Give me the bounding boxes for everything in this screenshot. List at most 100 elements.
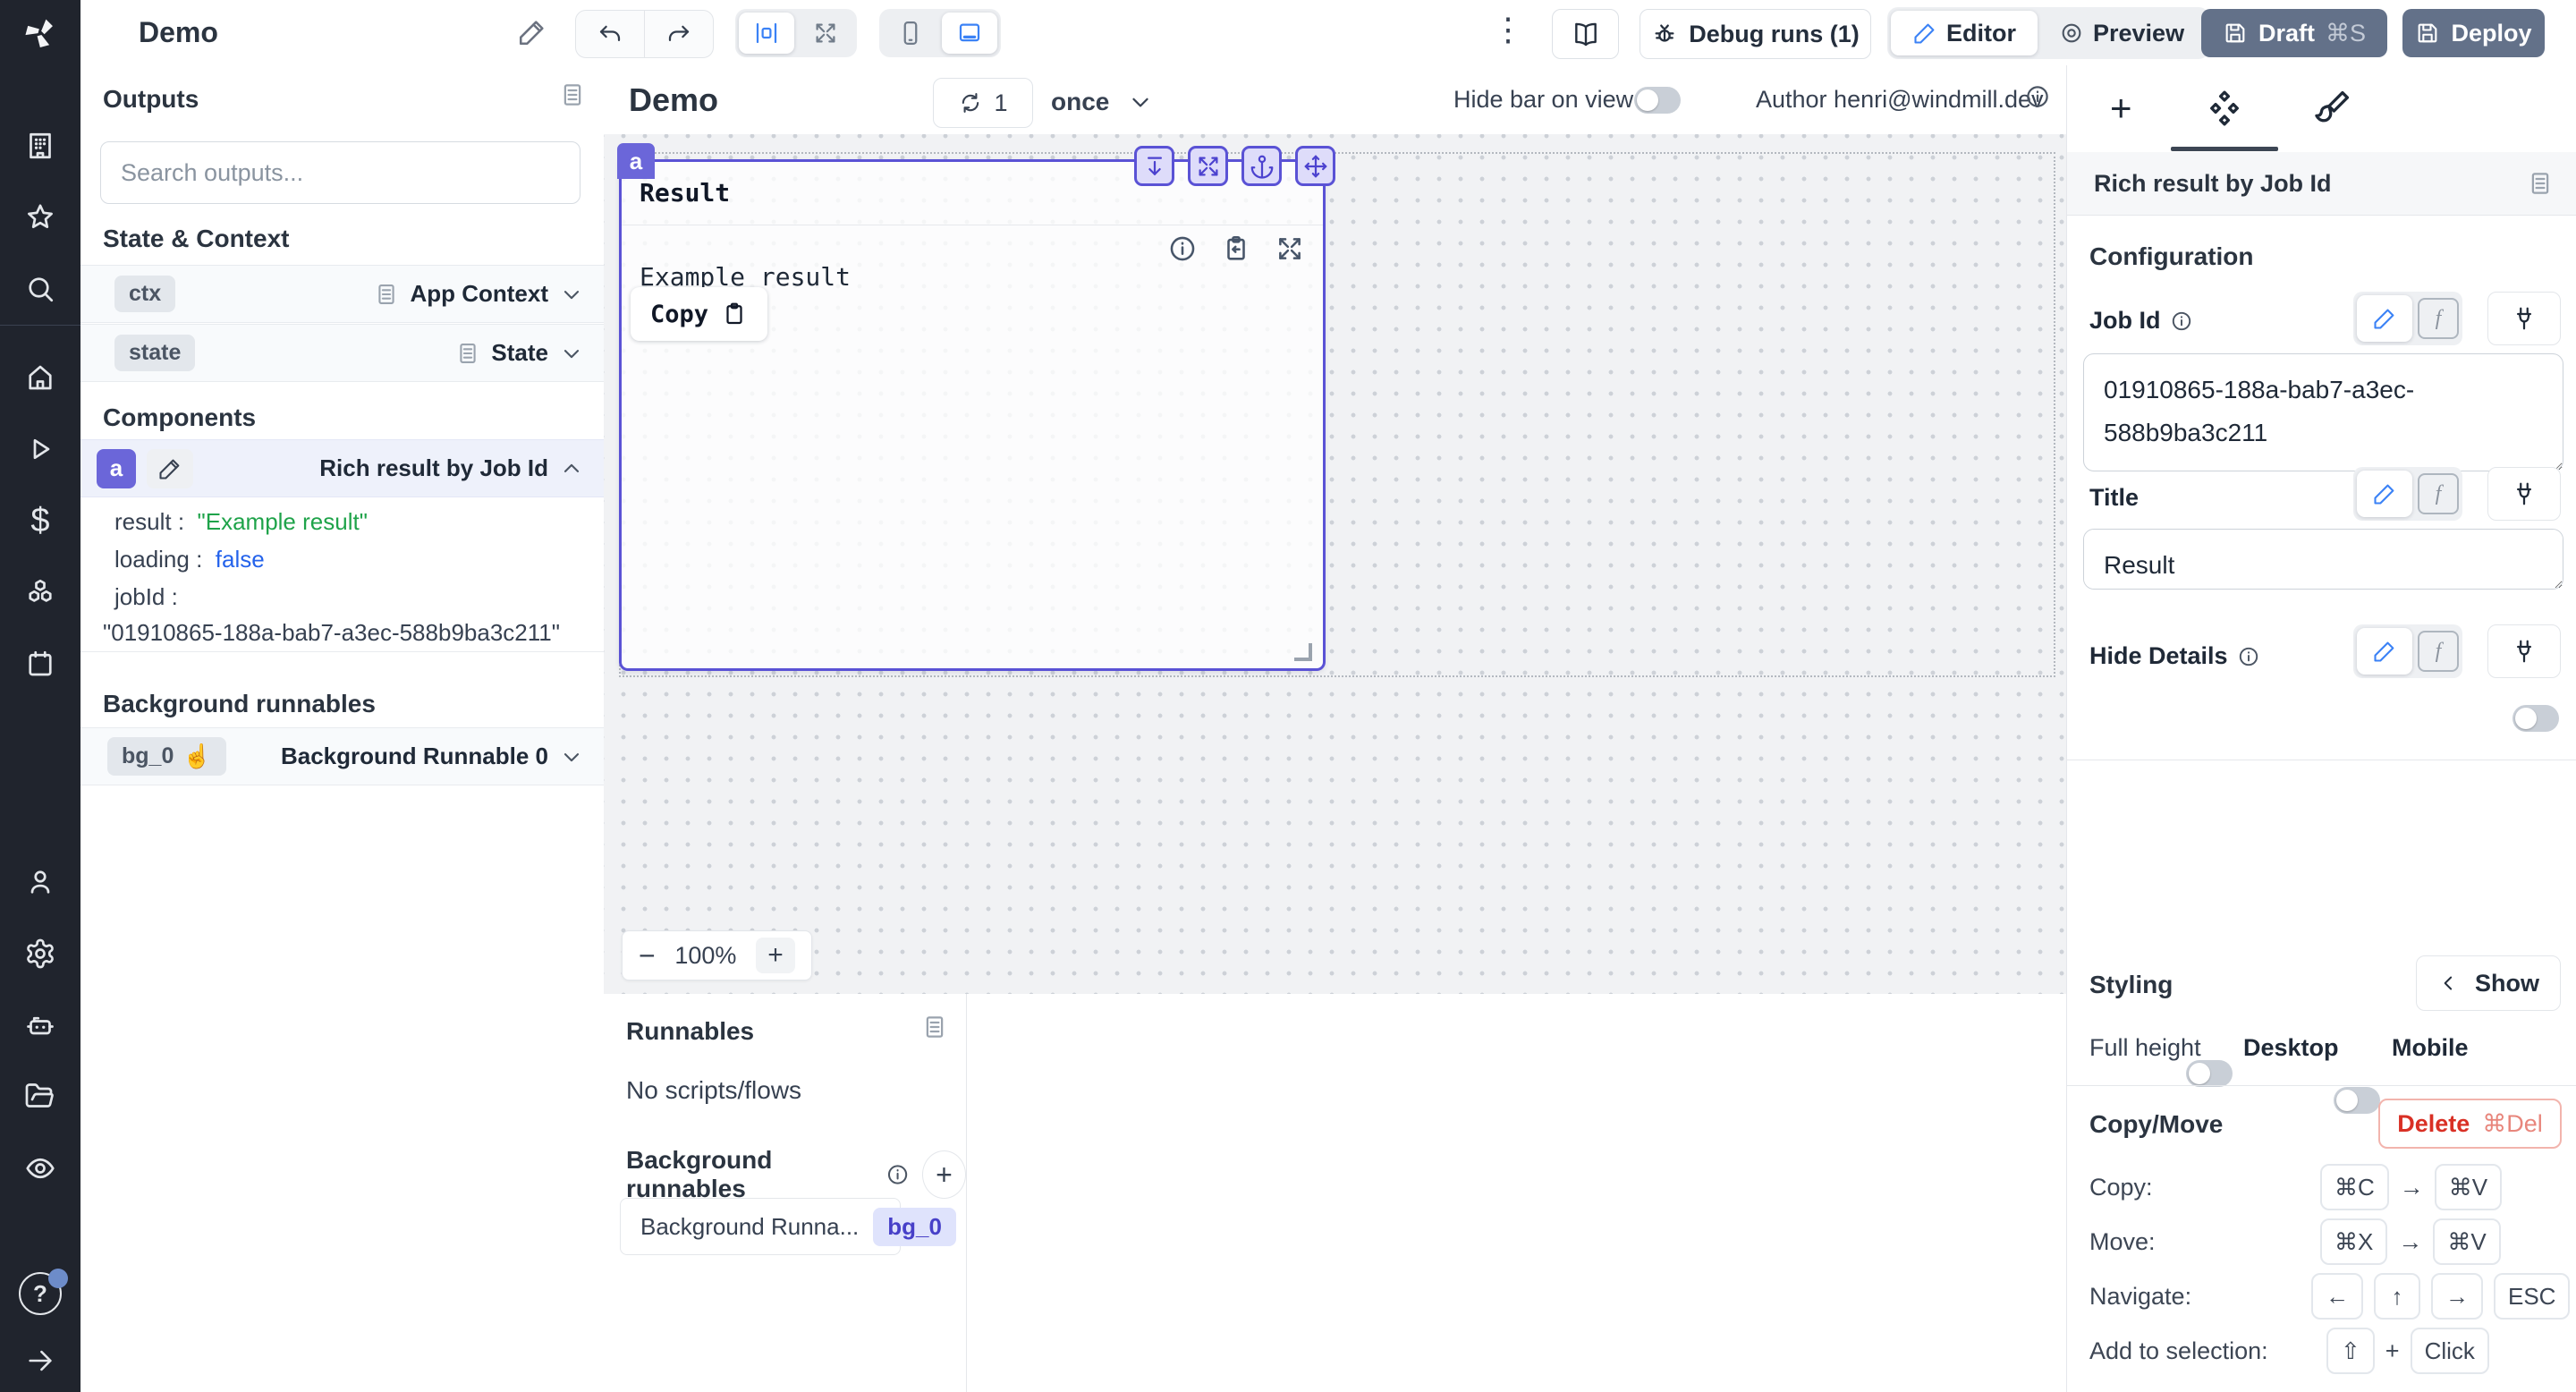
collapse-rail-button[interactable] <box>0 1329 80 1392</box>
runs-icon-button[interactable] <box>0 413 80 485</box>
output-prop-row[interactable]: loading : false <box>114 546 265 573</box>
bg-runnables-header: Background runnables + <box>626 1146 966 1203</box>
tab-css-styling[interactable] <box>2312 89 2351 128</box>
static-mode-button[interactable] <box>2357 471 2412 517</box>
full-height-label: Full height <box>2089 1034 2201 1061</box>
info-icon[interactable] <box>886 1161 910 1188</box>
zoom-in-button[interactable]: + <box>756 938 795 973</box>
favorites-icon-button[interactable] <box>0 182 80 253</box>
connect-output-button[interactable] <box>2487 467 2561 521</box>
static-mode-button[interactable] <box>2357 295 2412 342</box>
audit-icon-button[interactable] <box>0 1133 80 1204</box>
kebab-icon: ⋮ <box>1492 11 1524 47</box>
kbd-arrow-left: ← <box>2311 1273 2363 1320</box>
chevron-down-icon[interactable] <box>559 282 584 307</box>
help-button[interactable]: ? <box>0 1258 80 1329</box>
tab-component-settings[interactable] <box>2205 89 2244 128</box>
component-resize-handle[interactable] <box>1294 643 1312 661</box>
full-height-toggle[interactable] <box>2186 1060 2233 1087</box>
expand-down-button[interactable] <box>1134 146 1174 186</box>
copy-button[interactable]: Copy <box>631 287 768 341</box>
job-id-string-value[interactable]: "01910865-188a-bab7-a3ec-588b9ba3c211" <box>103 619 560 647</box>
rich-result-component[interactable]: Result Example result Copy <box>619 159 1326 671</box>
undo-button[interactable] <box>576 21 644 47</box>
folders-icon-button[interactable] <box>0 1061 80 1133</box>
more-menu-button[interactable]: ⋮ <box>1492 11 1524 48</box>
outputs-doc-icon[interactable] <box>559 81 586 108</box>
clipboard-copy-icon[interactable] <box>1221 233 1251 264</box>
fx-mode-button[interactable]: f <box>2418 298 2459 339</box>
search-icon-button[interactable] <box>0 253 80 325</box>
hide-details-toggle[interactable] <box>2512 705 2559 732</box>
settings-doc-icon[interactable] <box>2527 170 2554 197</box>
output-prop-row[interactable]: result : "Example result" <box>114 508 368 536</box>
draft-button[interactable]: Draft ⌘S <box>2201 9 2387 57</box>
docs-button[interactable] <box>1552 9 1619 59</box>
job-id-input[interactable]: 01910865-188a-bab7-a3ec-588b9ba3c211 <box>2083 353 2563 471</box>
home-icon-button[interactable] <box>0 342 80 413</box>
styling-show-button[interactable]: Show <box>2416 955 2561 1011</box>
pencil-icon <box>2374 309 2394 329</box>
info-icon[interactable] <box>1167 233 1198 264</box>
full-width-layout-button[interactable] <box>798 13 853 54</box>
zoom-out-button[interactable]: − <box>639 939 656 972</box>
centered-layout-button[interactable] <box>739 13 794 54</box>
delete-component-button[interactable]: Delete ⌘Del <box>2378 1099 2562 1149</box>
fullscreen-component-button[interactable] <box>1188 146 1228 186</box>
bg-runnable-row[interactable]: bg_0 ☝ Background Runnable 0 <box>80 727 604 785</box>
edit-title-button[interactable] <box>517 17 547 47</box>
component-row-a[interactable]: a Rich result by Job Id <box>80 439 604 497</box>
chevron-down-icon[interactable] <box>559 341 584 366</box>
fx-mode-button[interactable]: f <box>2418 473 2459 514</box>
schedules-icon-button[interactable] <box>0 628 80 700</box>
bg-runnable-item[interactable]: Background Runna... bg_0 <box>620 1198 956 1255</box>
state-row[interactable]: state State <box>80 324 604 382</box>
connect-output-button[interactable] <box>2487 624 2561 678</box>
deploy-button[interactable]: Deploy <box>2402 9 2545 57</box>
info-icon[interactable] <box>2237 645 2260 668</box>
resources-icon-button[interactable] <box>0 556 80 628</box>
desktop-toggle[interactable] <box>2334 1087 2380 1114</box>
connect-output-button[interactable] <box>2487 292 2561 345</box>
author-info-icon[interactable] <box>2024 83 2051 110</box>
chevron-down-icon[interactable] <box>559 744 584 769</box>
workspace-icon[interactable] <box>0 110 80 182</box>
title-field-label: Title <box>2089 484 2140 511</box>
ctx-row[interactable]: ctx App Context <box>80 265 604 323</box>
kbd-shift: ⇧ <box>2326 1328 2375 1374</box>
selected-component-tag[interactable]: a <box>617 143 655 179</box>
rename-component-button[interactable] <box>147 448 193 488</box>
info-icon[interactable] <box>2170 310 2193 333</box>
add-bg-runnable-button[interactable]: + <box>921 1150 966 1199</box>
debug-runs-button[interactable]: Debug runs (1) <box>1640 9 1871 59</box>
title-input[interactable]: Result <box>2083 529 2563 590</box>
windmill-logo[interactable] <box>0 0 80 65</box>
refresh-count-button[interactable]: 1 <box>933 78 1033 128</box>
bg0-badge: bg_0 ☝ <box>107 737 226 776</box>
output-prop-row[interactable]: jobId : <box>114 583 178 611</box>
users-icon-button[interactable] <box>0 846 80 918</box>
desktop-view-button[interactable] <box>942 13 997 54</box>
tab-editor[interactable]: Editor <box>1891 11 2038 55</box>
design-canvas[interactable]: a Result Example result Copy − 100% + <box>604 134 2066 996</box>
fx-mode-button[interactable]: f <box>2418 631 2459 672</box>
expand-icon[interactable] <box>1275 233 1305 264</box>
runnables-doc-icon[interactable] <box>921 1014 948 1040</box>
tab-insert-component[interactable]: + <box>2110 89 2132 127</box>
mobile-view-button[interactable] <box>883 13 938 54</box>
workers-icon-button[interactable] <box>0 989 80 1061</box>
run-mode-dropdown[interactable]: once <box>1051 78 1154 126</box>
chevron-up-icon[interactable] <box>559 456 584 481</box>
tab-preview[interactable]: Preview <box>2038 11 2206 55</box>
anchor-component-button[interactable] <box>1241 146 1282 186</box>
move-component-button[interactable] <box>1295 146 1335 186</box>
search-outputs-input[interactable] <box>100 141 580 204</box>
redo-button[interactable] <box>645 21 713 47</box>
state-context-title: State & Context <box>103 225 290 252</box>
phone-icon <box>903 21 918 45</box>
hide-bar-toggle[interactable] <box>1634 87 1681 114</box>
settings-icon-button[interactable] <box>0 918 80 989</box>
static-mode-button[interactable] <box>2357 628 2412 675</box>
variables-icon-button[interactable]: $ <box>0 485 80 556</box>
outputs-panel: Outputs State & Context ctx App Context … <box>80 65 605 1392</box>
